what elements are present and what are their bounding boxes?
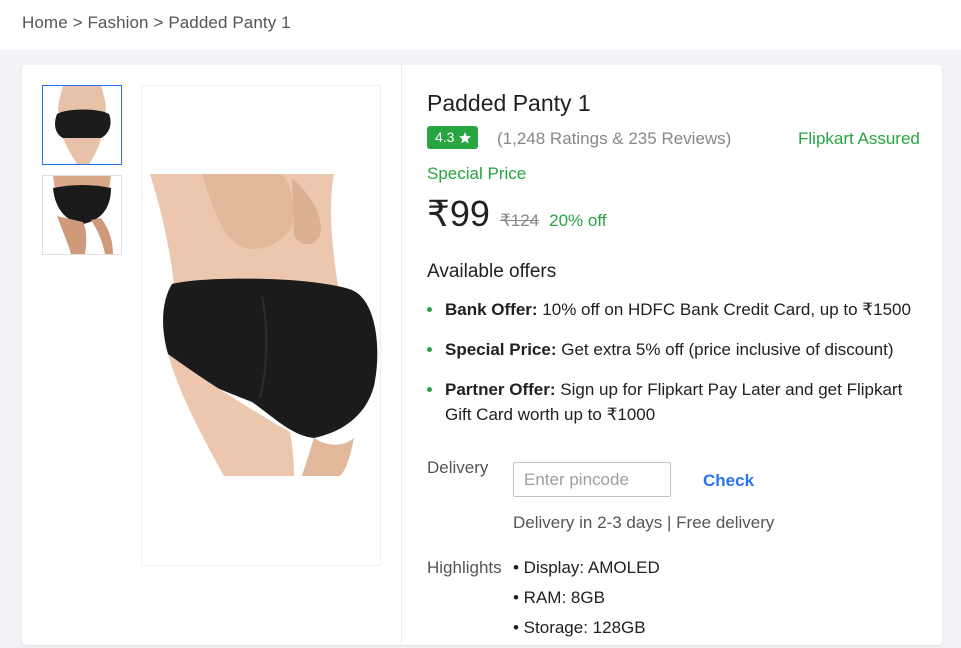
star-icon: [459, 131, 472, 143]
breadcrumb-separator: >: [72, 13, 83, 32]
column-divider: [401, 65, 402, 645]
breadcrumb-separator: >: [153, 13, 164, 32]
original-price: ₹124: [499, 211, 540, 230]
highlight-item: • RAM: 8GB: [513, 588, 605, 607]
offer-item: Bank Offer: 10% off on HDFC Bank Credit …: [427, 297, 922, 322]
main-product-image[interactable]: [141, 85, 381, 566]
highlight-item: • Storage: 128GB: [513, 618, 646, 637]
highlights-list: • Display: AMOLED • RAM: 8GB • Storage: …: [513, 558, 660, 648]
offer-label: Bank Offer:: [445, 300, 538, 319]
bullet-icon: [427, 347, 432, 352]
bullet-icon: [427, 307, 432, 312]
discount-percent: 20% off: [549, 211, 607, 230]
offer-text: Get extra 5% off (price inclusive of dis…: [556, 340, 894, 359]
pincode-input[interactable]: [513, 462, 671, 497]
offer-text: 10% off on HDFC Bank Credit Card, up to …: [537, 300, 911, 319]
highlight-item: • Display: AMOLED: [513, 558, 660, 577]
product-title: Padded Panty 1: [427, 90, 591, 116]
check-pincode-button[interactable]: Check: [703, 471, 754, 491]
offer-item: Special Price: Get extra 5% off (price i…: [427, 337, 922, 362]
bullet-icon: [427, 387, 432, 392]
price-row: ₹99 ₹124 20% off: [427, 193, 606, 235]
offer-label: Partner Offer:: [445, 380, 556, 399]
delivery-label: Delivery: [427, 458, 489, 477]
offers-heading: Available offers: [427, 261, 557, 282]
flipkart-assured-badge: Flipkart Assured: [798, 129, 920, 148]
product-image: [142, 86, 380, 565]
breadcrumb-home[interactable]: Home: [22, 13, 68, 32]
special-price-label: Special Price: [427, 164, 527, 183]
breadcrumb-category[interactable]: Fashion: [87, 13, 148, 32]
offer-item: Partner Offer: Sign up for Flipkart Pay …: [427, 377, 922, 427]
product-thumbnail-image: [43, 176, 121, 254]
breadcrumb: Home > Fashion > Padded Panty 1: [22, 13, 291, 33]
ratings-reviews-count[interactable]: (1,248 Ratings & 235 Reviews): [497, 129, 731, 149]
selling-price: ₹99: [427, 193, 490, 234]
rating-value: 4.3: [435, 129, 455, 145]
thumbnail-1[interactable]: [42, 85, 122, 165]
delivery-info: Delivery in 2-3 days | Free delivery: [513, 513, 775, 532]
offer-label: Special Price:: [445, 340, 557, 359]
product-thumbnail-image: [43, 86, 121, 164]
thumbnail-2[interactable]: [42, 175, 122, 255]
rating-badge: 4.3: [427, 126, 479, 149]
top-bar: Home > Fashion > Padded Panty 1: [0, 0, 961, 50]
product-card: Padded Panty 1 4.3 (1,248 Ratings & 235 …: [22, 65, 942, 645]
highlights-label: Highlights: [427, 558, 502, 577]
breadcrumb-current: Padded Panty 1: [168, 13, 291, 32]
